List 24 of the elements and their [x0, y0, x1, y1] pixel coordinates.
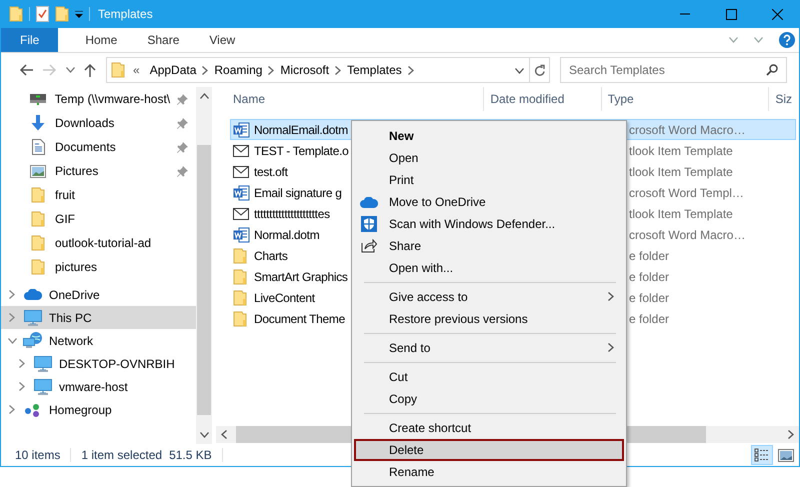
file-type: crosoft Word Templ… [629, 186, 744, 200]
file-type: e folder [629, 270, 670, 284]
file-type: tlook Item Template [629, 206, 733, 220]
window-title: Templates [98, 7, 154, 21]
file-type: crosoft Word Macro… [629, 122, 746, 136]
file-type: e folder [629, 312, 670, 326]
file-type: crosoft Word Macro… [629, 228, 746, 242]
file-name: Email signature g [254, 186, 343, 200]
file-name: test.oft [254, 164, 289, 178]
file-name: tttttttttttttttttttttes [254, 206, 331, 220]
file-name: Document Theme [254, 312, 346, 326]
item-count: 10 items [15, 448, 60, 462]
file-type: e folder [629, 290, 670, 304]
file-name: TEST - Template.o [254, 144, 350, 158]
file-type: e folder [629, 248, 670, 262]
selection-size: 51.5 KB [169, 448, 212, 462]
file-type: tlook Item Template [629, 164, 733, 178]
file-type: tlook Item Template [629, 144, 733, 158]
selection-info: 1 item selected [81, 448, 162, 462]
file-name: Charts [254, 248, 289, 262]
file-name: NormalEmail.dotm [254, 122, 349, 136]
file-name: LiveContent [254, 290, 316, 304]
file-name: Normal.dotm [254, 228, 320, 242]
file-name: SmartArt Graphics [254, 270, 349, 284]
